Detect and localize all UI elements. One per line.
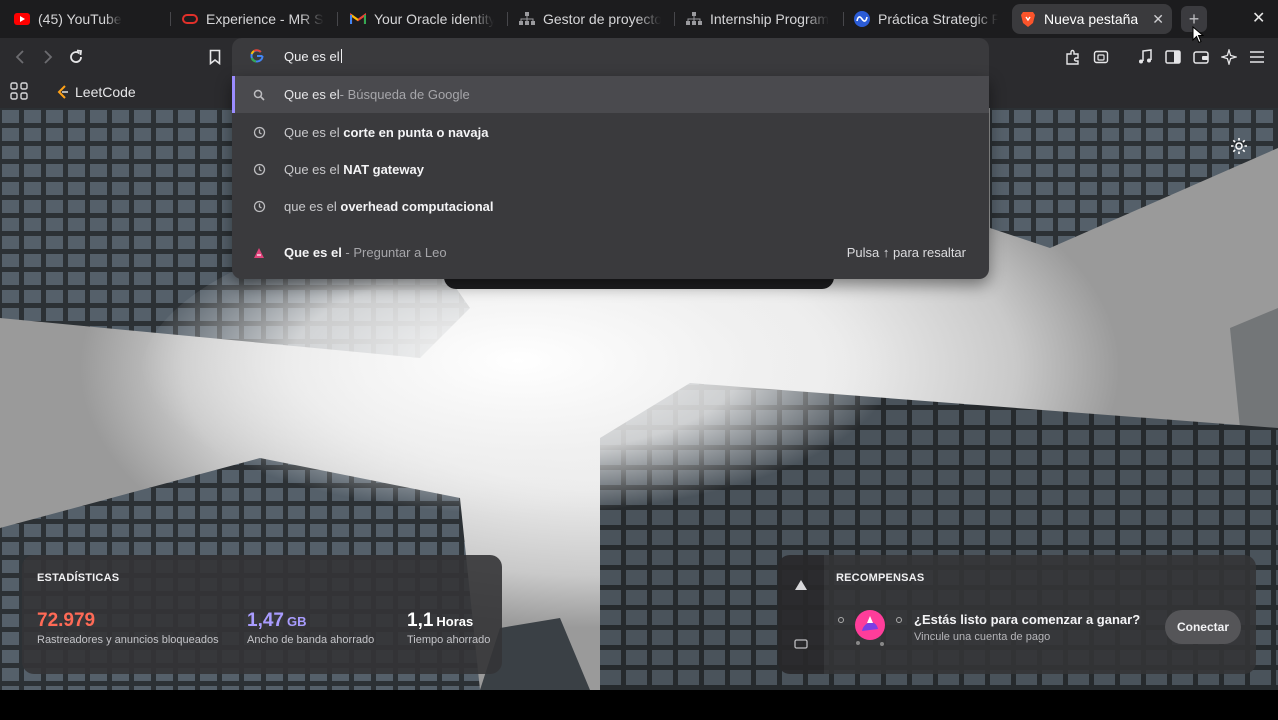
rewards-illustration-icon bbox=[838, 605, 902, 654]
tab-title: Práctica Strategic P bbox=[878, 11, 998, 27]
tab-title: Internship Program bbox=[710, 11, 830, 27]
wallet-app-icon[interactable] bbox=[1090, 46, 1112, 68]
suggestion-prefix: Que es el bbox=[284, 162, 344, 177]
history-icon bbox=[232, 200, 284, 213]
tab-divider bbox=[674, 12, 675, 26]
google-icon bbox=[250, 49, 264, 68]
back-icon[interactable] bbox=[9, 46, 31, 68]
suggestion-search-google[interactable]: Que es el - Búsqueda de Google bbox=[232, 76, 989, 113]
stats-card: ESTADÍSTICAS 72.979 Rastreadores y anunc… bbox=[22, 555, 502, 674]
widget-switcher bbox=[778, 555, 824, 674]
tab-title: (45) YouTube bbox=[38, 11, 122, 27]
tab-nueva-pestana[interactable]: Nueva pestaña ✕ bbox=[1012, 4, 1172, 34]
sitemap-icon bbox=[519, 11, 535, 27]
tab-divider bbox=[170, 12, 171, 26]
meta-icon bbox=[854, 11, 870, 27]
tab-title: Nueva pestaña bbox=[1044, 11, 1139, 27]
rewards-triangle-icon[interactable] bbox=[790, 574, 812, 596]
window-close-icon[interactable]: ✕ bbox=[1252, 8, 1265, 28]
suggestion-history[interactable]: Que es el corte en punta o navaja bbox=[232, 114, 989, 151]
bookmark-icon[interactable] bbox=[204, 46, 226, 68]
history-icon bbox=[232, 163, 284, 176]
sitemap-icon bbox=[686, 11, 702, 27]
suggestion-ask-leo[interactable]: Que es el - Preguntar a Leo Pulsa ↑ para… bbox=[232, 234, 989, 271]
tab-strip: (45) YouTube Experience - MR Stu Your Or… bbox=[0, 0, 1278, 38]
omnibox-suggestions: Que es el - Búsqueda de Google Que es el… bbox=[232, 76, 989, 279]
address-bar[interactable]: Que es el bbox=[232, 38, 989, 76]
stat-bandwidth-saved: 1,47 GB Ancho de banda ahorrado bbox=[247, 610, 374, 646]
youtube-icon bbox=[14, 11, 30, 27]
search-icon bbox=[232, 89, 284, 101]
gmail-icon bbox=[350, 11, 366, 27]
bookmark-leetcode[interactable]: LeetCode bbox=[56, 81, 136, 103]
suggestion-prefix: que es el bbox=[284, 199, 341, 214]
stat-trackers-blocked: 72.979 Rastreadores y anuncios bloqueado… bbox=[37, 610, 219, 646]
leo-icon bbox=[232, 246, 284, 260]
history-icon bbox=[232, 126, 284, 139]
leetcode-icon bbox=[56, 85, 70, 99]
stat-time-saved: 1,1 Horas Tiempo ahorrado bbox=[407, 610, 490, 646]
tab-title: Your Oracle identity bbox=[374, 11, 494, 27]
stat-value: 1,1 bbox=[407, 610, 434, 631]
suggestion-completion: overhead computacional bbox=[340, 199, 494, 214]
suggestion-subtitle: - Preguntar a Leo bbox=[341, 245, 447, 260]
music-icon[interactable] bbox=[1134, 46, 1156, 68]
bookmark-label: LeetCode bbox=[75, 84, 136, 100]
suggestion-query: Que es el bbox=[284, 245, 342, 260]
rewards-title: RECOMPENSAS bbox=[836, 572, 925, 584]
stat-unit: GB bbox=[286, 614, 307, 629]
suggestion-prefix: Que es el bbox=[284, 125, 344, 140]
suggestion-subtitle: - Búsqueda de Google bbox=[339, 87, 470, 102]
tab-experience[interactable]: Experience - MR Stu bbox=[174, 4, 332, 34]
stat-label: Ancho de banda ahorrado bbox=[247, 634, 375, 646]
suggestion-history[interactable]: que es el overhead computacional bbox=[232, 188, 989, 225]
tab-youtube[interactable]: (45) YouTube bbox=[6, 4, 166, 34]
connect-button[interactable]: Conectar bbox=[1165, 610, 1241, 644]
suggestion-history[interactable]: Que es el NAT gateway bbox=[232, 151, 989, 188]
tab-practica[interactable]: Práctica Strategic P bbox=[846, 4, 1006, 34]
oracle-icon bbox=[182, 11, 198, 27]
rewards-card: RECOMPENSAS ¿Estás listo para comenzar a… bbox=[824, 555, 1256, 674]
wallet-icon[interactable] bbox=[1190, 46, 1212, 68]
highlight-hint: Pulsa ↑ para resaltar bbox=[846, 245, 966, 260]
stats-title: ESTADÍSTICAS bbox=[37, 572, 120, 584]
address-input[interactable]: Que es el bbox=[284, 49, 342, 64]
rewards-subtitle: Vincule una cuenta de pago bbox=[914, 631, 1051, 643]
mouse-cursor-icon bbox=[1192, 25, 1205, 49]
tab-title: Experience - MR Stu bbox=[206, 11, 324, 27]
tab-gestor-proyectos[interactable]: Gestor de proyectos bbox=[511, 4, 669, 34]
stat-value: 1,47 bbox=[247, 610, 284, 631]
reload-icon[interactable] bbox=[65, 46, 87, 68]
rewards-question: ¿Estás listo para comenzar a ganar? bbox=[914, 612, 1141, 627]
tab-divider bbox=[843, 12, 844, 26]
brave-icon bbox=[1020, 11, 1036, 27]
tab-title: Gestor de proyectos bbox=[543, 11, 661, 27]
bottom-bar bbox=[0, 690, 1278, 720]
tab-oracle-identity[interactable]: Your Oracle identity bbox=[342, 4, 502, 34]
tab-divider bbox=[507, 12, 508, 26]
apps-grid-icon[interactable] bbox=[10, 82, 28, 100]
sidebar-icon[interactable] bbox=[1162, 46, 1184, 68]
suggestion-text: Que es el bbox=[284, 87, 340, 102]
leo-ai-icon[interactable] bbox=[1218, 46, 1240, 68]
menu-icon[interactable] bbox=[1246, 46, 1268, 68]
extensions-icon[interactable] bbox=[1062, 46, 1084, 68]
tab-internship[interactable]: Internship Program bbox=[678, 4, 838, 34]
video-call-icon[interactable] bbox=[790, 633, 812, 655]
suggestion-completion: corte en punta o navaja bbox=[343, 125, 489, 140]
stat-unit: Horas bbox=[436, 614, 474, 629]
stat-value: 72.979 bbox=[37, 610, 96, 631]
stat-label: Tiempo ahorrado bbox=[407, 634, 491, 646]
forward-icon[interactable] bbox=[37, 46, 59, 68]
stat-label: Rastreadores y anuncios bloqueados bbox=[37, 634, 219, 646]
settings-gear-icon[interactable] bbox=[1229, 136, 1249, 161]
tab-divider bbox=[337, 12, 338, 26]
suggestion-completion: NAT gateway bbox=[343, 162, 424, 177]
close-icon[interactable]: ✕ bbox=[1144, 11, 1164, 28]
